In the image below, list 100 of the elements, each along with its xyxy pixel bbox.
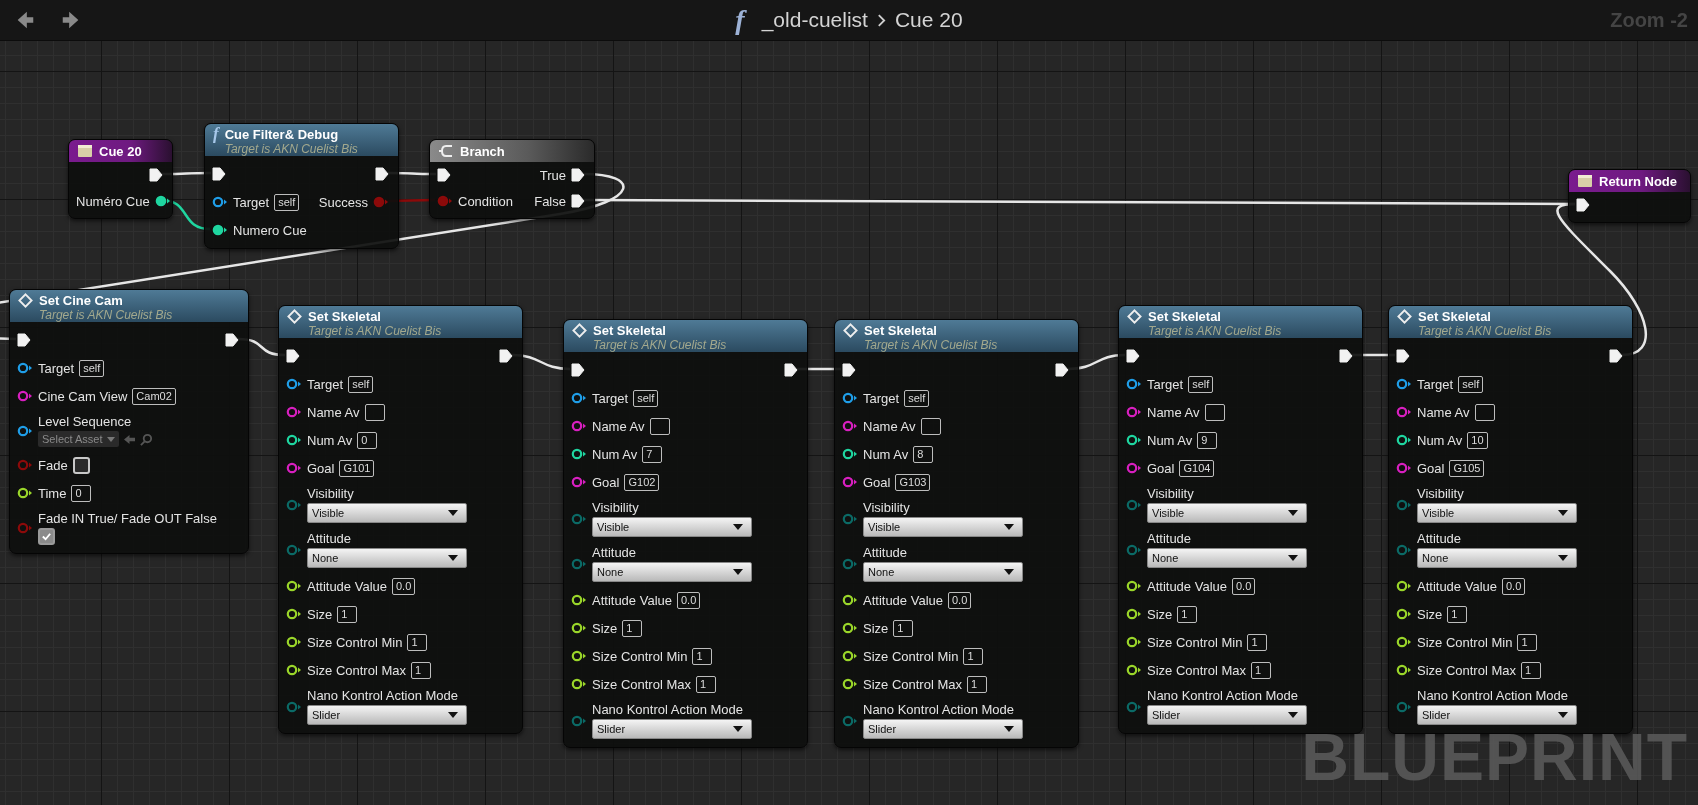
data-pin[interactable] (842, 621, 858, 635)
value-field[interactable]: self (348, 375, 374, 393)
data-pin[interactable] (1396, 377, 1412, 391)
data-pin[interactable] (17, 486, 33, 500)
value-field[interactable]: 0.0 (1232, 577, 1256, 595)
value-field[interactable]: 1 (1517, 633, 1538, 651)
exec-pin[interactable] (375, 167, 389, 181)
value-field[interactable]: 1 (1247, 633, 1268, 651)
data-pin[interactable] (1396, 635, 1412, 649)
value-field[interactable]: 1 (963, 647, 984, 665)
value-field[interactable]: 1 (1177, 605, 1198, 623)
value-field[interactable]: 1 (967, 675, 987, 693)
data-pin[interactable] (212, 223, 228, 237)
value-field[interactable]: 1 (1447, 605, 1468, 623)
value-field[interactable]: 1 (696, 675, 716, 693)
breadcrumb-item[interactable]: Cue 20 (894, 8, 963, 32)
data-pin[interactable] (571, 593, 587, 607)
exec-pin[interactable] (17, 333, 31, 347)
dropdown[interactable]: Visible (863, 517, 1023, 537)
data-pin[interactable] (842, 677, 858, 691)
exec-pin[interactable] (437, 168, 451, 182)
value-field[interactable]: self (633, 389, 659, 407)
data-pin[interactable] (571, 391, 587, 405)
asset-picker[interactable]: Select Asset (38, 431, 119, 447)
data-pin[interactable] (212, 195, 228, 209)
node-card[interactable]: Set Cine Cam Target is AKN Cuelist Bis Target self Cine Cam View Cam02 Level Sequence Select Asset Fade Time 0 Fade IN True/ Fade OUT False (9, 289, 249, 554)
exec-pin[interactable] (571, 363, 585, 377)
dropdown[interactable]: Visible (1147, 503, 1307, 523)
value-field[interactable]: G102 (624, 473, 660, 491)
node-card[interactable]: Return Node (1568, 169, 1691, 223)
value-field[interactable]: 1 (407, 633, 428, 651)
exec-pin[interactable] (225, 333, 239, 347)
value-field[interactable]: self (1188, 375, 1214, 393)
exec-pin[interactable] (1576, 198, 1590, 212)
data-pin[interactable] (1126, 635, 1142, 649)
value-field[interactable]: self (904, 389, 930, 407)
value-field[interactable]: 8 (913, 445, 934, 463)
data-pin[interactable] (571, 649, 587, 663)
checkbox[interactable] (72, 456, 90, 474)
value-field[interactable]: 1 (893, 619, 914, 637)
dropdown[interactable]: None (592, 562, 752, 582)
value-field[interactable]: 7 (642, 445, 663, 463)
dropdown[interactable]: None (1147, 548, 1307, 568)
value-field[interactable]: G101 (339, 459, 375, 477)
data-pin[interactable] (842, 447, 858, 461)
value-field[interactable]: 1 (337, 605, 358, 623)
data-pin[interactable] (1396, 607, 1412, 621)
value-field[interactable]: G103 (895, 473, 931, 491)
value-field[interactable] (649, 417, 670, 435)
exec-pin[interactable] (1126, 349, 1140, 363)
exec-pin[interactable] (842, 363, 856, 377)
value-field[interactable]: 0.0 (1502, 577, 1526, 595)
node-card[interactable]: Branch True Condition False (429, 139, 595, 219)
value-field[interactable]: 0.0 (948, 591, 972, 609)
dropdown[interactable]: Visible (592, 517, 752, 537)
data-pin[interactable] (1396, 579, 1412, 593)
exec-pin[interactable] (1609, 349, 1623, 363)
exec-pin[interactable] (571, 194, 585, 208)
checkbox[interactable] (38, 528, 55, 545)
data-pin[interactable] (1126, 433, 1142, 447)
data-pin[interactable] (1126, 607, 1142, 621)
dropdown[interactable]: Slider (1147, 705, 1307, 725)
data-pin[interactable] (286, 607, 302, 621)
value-field[interactable]: 9 (1197, 431, 1218, 449)
data-pin[interactable] (286, 433, 302, 447)
arrow-icon[interactable] (122, 433, 136, 445)
exec-pin[interactable] (499, 349, 513, 363)
exec-pin[interactable] (1055, 363, 1069, 377)
data-pin[interactable] (1126, 377, 1142, 391)
data-pin[interactable] (17, 423, 33, 438)
data-pin[interactable] (1396, 663, 1412, 677)
data-pin[interactable] (1396, 433, 1412, 447)
value-field[interactable]: G105 (1449, 459, 1485, 477)
node-card[interactable]: Cue 20 Numéro Cue (68, 139, 173, 219)
value-field[interactable] (1204, 403, 1225, 421)
dropdown[interactable]: Slider (592, 719, 752, 739)
dropdown[interactable]: Visible (307, 503, 467, 523)
value-field[interactable]: 0.0 (392, 577, 416, 595)
value-field[interactable]: 10 (1467, 431, 1488, 449)
node-card[interactable] (834, 319, 1079, 748)
value-field[interactable]: 1 (1251, 661, 1271, 679)
value-field[interactable]: 0 (71, 484, 92, 502)
exec-pin[interactable] (784, 363, 798, 377)
value-field[interactable]: 1 (622, 619, 643, 637)
data-pin[interactable] (571, 621, 587, 635)
exec-pin[interactable] (149, 168, 163, 182)
exec-pin[interactable] (1339, 349, 1353, 363)
value-field[interactable]: self (79, 359, 105, 377)
data-pin[interactable] (286, 377, 302, 391)
node-card[interactable] (278, 305, 523, 734)
value-field[interactable]: Cam02 (132, 387, 176, 405)
data-pin[interactable] (286, 635, 302, 649)
value-field[interactable]: self (1458, 375, 1484, 393)
value-field[interactable]: 1 (411, 661, 431, 679)
data-pin[interactable] (571, 447, 587, 461)
value-field[interactable] (364, 403, 385, 421)
exec-pin[interactable] (212, 167, 226, 181)
dropdown[interactable]: None (1417, 548, 1577, 568)
exec-pin[interactable] (571, 168, 585, 182)
exec-pin[interactable] (286, 349, 300, 363)
